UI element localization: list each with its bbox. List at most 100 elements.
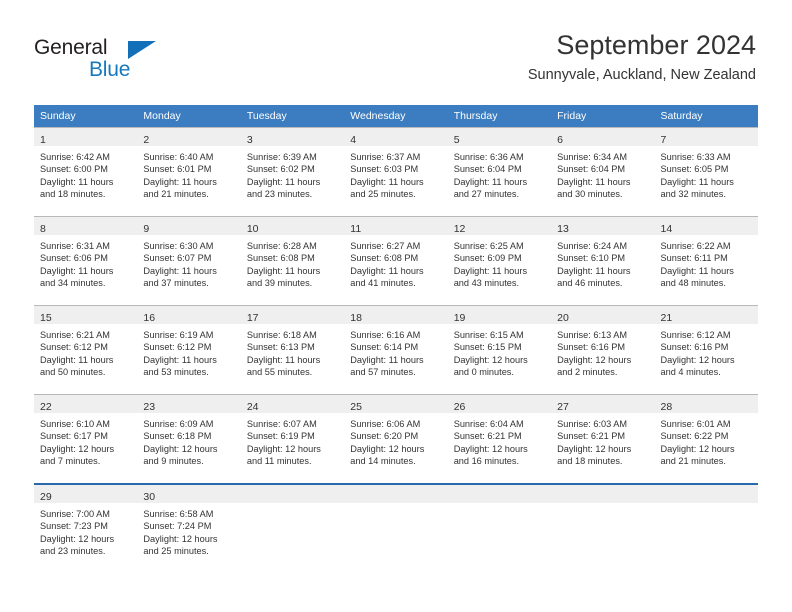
daylight-text-line1: Daylight: 11 hours xyxy=(350,176,424,187)
day-cell-details: Sunrise: 6:33 AM Sunset: 6:05 PM Daylight:… xyxy=(655,146,758,200)
calendar-day-cell[interactable]: 22 Sunrise: 6:10 AM Sunset: 6:17 PM Dayligh… xyxy=(34,394,138,484)
calendar-day-cell[interactable]: 13 Sunrise: 6:24 AM Sunset: 6:10 PM Dayligh… xyxy=(551,216,655,306)
daylight-text-line1: Daylight: 12 hours xyxy=(143,533,218,544)
sunrise-text: Sunrise: 6:15 AM xyxy=(453,330,524,340)
calendar-day-cell[interactable]: 11 Sunrise: 6:27 AM Sunset: 6:08 PM Dayligh… xyxy=(344,216,448,306)
calendar-week-row: 29 Sunrise: 7:00 AM Sunset: 7:23 PM Dayligh… xyxy=(34,483,758,573)
daylight-text-line2: and 16 minutes. xyxy=(453,455,520,466)
sunrise-text: Sunrise: 6:40 AM xyxy=(143,152,214,162)
day-cell-content: 2 Sunrise: 6:40 AM Sunset: 6:01 PM Daylight… xyxy=(137,128,241,216)
sunrise-text: Sunrise: 6:09 AM xyxy=(143,419,214,429)
day-cell-content: 18 Sunrise: 6:16 AM Sunset: 6:14 PM Dayligh… xyxy=(344,306,448,394)
daylight-text-line1: Daylight: 11 hours xyxy=(453,176,528,187)
day-cell-details: Sunrise: 6:30 AM Sunset: 6:07 PM Daylight:… xyxy=(137,235,240,289)
calendar-day-cell[interactable]: 28 Sunrise: 6:01 AM Sunset: 6:22 PM Dayligh… xyxy=(654,394,758,484)
calendar-grid: Sunday Monday Tuesday Wednesday Thursday… xyxy=(34,105,758,573)
sunset-text: Sunset: 6:06 PM xyxy=(40,253,108,264)
calendar-day-cell[interactable]: 8 Sunrise: 6:31 AM Sunset: 6:06 PM Daylight… xyxy=(34,216,138,306)
sunrise-text: Sunrise: 7:00 AM xyxy=(40,509,110,519)
calendar-day-cell[interactable]: 6 Sunrise: 6:34 AM Sunset: 6:04 PM Daylight… xyxy=(551,127,655,217)
day-number-band: 16 xyxy=(137,306,241,324)
day-number-band: 4 xyxy=(344,128,448,146)
day-number: 5 xyxy=(453,134,460,146)
calendar-day-cell[interactable]: 18 Sunrise: 6:16 AM Sunset: 6:14 PM Dayligh… xyxy=(344,305,448,395)
day-cell-details: Sunrise: 6:19 AM Sunset: 6:12 PM Daylight:… xyxy=(137,324,240,378)
calendar-day-cell[interactable]: 24 Sunrise: 6:07 AM Sunset: 6:19 PM Dayligh… xyxy=(240,394,345,484)
calendar-day-cell[interactable]: 30 Sunrise: 6:58 AM Sunset: 7:24 PM Dayligh… xyxy=(137,483,241,573)
sunset-text: Sunset: 6:21 PM xyxy=(557,431,626,442)
general-blue-logo: General Blue xyxy=(34,36,214,86)
daylight-text-line2: and 21 minutes. xyxy=(143,188,209,199)
daylight-text-line1: Daylight: 12 hours xyxy=(350,443,425,454)
calendar-day-cell[interactable]: 25 Sunrise: 6:06 AM Sunset: 6:20 PM Dayligh… xyxy=(344,394,448,484)
day-cell-content: 1 Sunrise: 6:42 AM Sunset: 6:00 PM Daylight… xyxy=(34,128,138,216)
calendar-day-cell[interactable]: 20 Sunrise: 6:13 AM Sunset: 6:16 PM Dayligh… xyxy=(551,305,655,395)
daylight-text-line2: and 46 minutes. xyxy=(557,277,623,288)
daylight-text-line1: Daylight: 11 hours xyxy=(660,265,734,276)
day-number-band: 26 xyxy=(447,395,552,413)
calendar-empty-cell xyxy=(344,483,448,573)
daylight-text-line2: and 18 minutes. xyxy=(557,455,623,466)
day-cell-details xyxy=(241,503,344,508)
sunset-text: Sunset: 6:19 PM xyxy=(246,431,315,442)
daylight-text-line1: Daylight: 12 hours xyxy=(557,354,632,365)
calendar-day-cell[interactable]: 7 Sunrise: 6:33 AM Sunset: 6:05 PM Daylight… xyxy=(654,127,758,217)
calendar-day-cell[interactable]: 5 Sunrise: 6:36 AM Sunset: 6:04 PM Daylight… xyxy=(447,127,552,217)
daylight-text-line2: and 4 minutes. xyxy=(660,366,721,377)
calendar-day-cell[interactable]: 12 Sunrise: 6:25 AM Sunset: 6:09 PM Dayligh… xyxy=(447,216,552,306)
day-number: 27 xyxy=(557,401,569,413)
calendar-day-cell[interactable]: 14 Sunrise: 6:22 AM Sunset: 6:11 PM Dayligh… xyxy=(654,216,758,306)
day-cell-details: Sunrise: 6:42 AM Sunset: 6:00 PM Daylight:… xyxy=(34,146,137,200)
day-number-band xyxy=(240,485,345,503)
calendar-day-cell[interactable]: 17 Sunrise: 6:18 AM Sunset: 6:13 PM Dayligh… xyxy=(240,305,345,395)
calendar-header-row: Sunday Monday Tuesday Wednesday Thursday… xyxy=(34,105,758,128)
day-number-band xyxy=(344,485,448,503)
day-cell-content: 28 Sunrise: 6:01 AM Sunset: 6:22 PM Dayligh… xyxy=(654,395,758,483)
daylight-text-line2: and 43 minutes. xyxy=(453,277,520,288)
calendar-day-cell[interactable]: 3 Sunrise: 6:39 AM Sunset: 6:02 PM Daylight… xyxy=(240,127,345,217)
day-number: 6 xyxy=(557,134,563,146)
daylight-text-line2: and 39 minutes. xyxy=(246,277,313,288)
day-cell-details: Sunrise: 6:03 AM Sunset: 6:21 PM Daylight:… xyxy=(551,413,654,467)
day-cell-content xyxy=(551,485,655,573)
day-number: 19 xyxy=(453,312,466,324)
calendar-day-cell[interactable]: 15 Sunrise: 6:21 AM Sunset: 6:12 PM Dayligh… xyxy=(34,305,138,395)
calendar-day-cell[interactable]: 29 Sunrise: 7:00 AM Sunset: 7:23 PM Dayligh… xyxy=(34,483,138,573)
daylight-text-line2: and 30 minutes. xyxy=(557,188,623,199)
day-cell-content: 23 Sunrise: 6:09 AM Sunset: 6:18 PM Dayligh… xyxy=(137,395,241,483)
calendar-day-cell[interactable]: 9 Sunrise: 6:30 AM Sunset: 6:07 PM Daylight… xyxy=(137,216,241,306)
calendar-day-cell[interactable]: 27 Sunrise: 6:03 AM Sunset: 6:21 PM Dayligh… xyxy=(551,394,655,484)
calendar-week-row: 15 Sunrise: 6:21 AM Sunset: 6:12 PM Dayligh… xyxy=(34,305,758,395)
daylight-text-line2: and 23 minutes. xyxy=(246,188,313,199)
day-number: 17 xyxy=(246,312,259,324)
day-number-band: 14 xyxy=(654,217,758,235)
sunrise-text: Sunrise: 6:04 AM xyxy=(453,419,524,429)
calendar-day-cell[interactable]: 1 Sunrise: 6:42 AM Sunset: 6:00 PM Daylight… xyxy=(34,127,138,217)
day-cell-details: Sunrise: 6:10 AM Sunset: 6:17 PM Daylight:… xyxy=(34,413,137,467)
daylight-text-line1: Daylight: 11 hours xyxy=(246,354,321,365)
day-number-band: 2 xyxy=(137,128,241,146)
calendar-day-cell[interactable]: 21 Sunrise: 6:12 AM Sunset: 6:16 PM Dayligh… xyxy=(654,305,758,395)
calendar-day-cell[interactable]: 10 Sunrise: 6:28 AM Sunset: 6:08 PM Dayligh… xyxy=(240,216,345,306)
calendar-day-cell[interactable]: 19 Sunrise: 6:15 AM Sunset: 6:15 PM Dayligh… xyxy=(447,305,552,395)
sunrise-text: Sunrise: 6:16 AM xyxy=(350,330,421,340)
calendar-day-cell[interactable]: 16 Sunrise: 6:19 AM Sunset: 6:12 PM Dayligh… xyxy=(137,305,241,395)
day-cell-content: 3 Sunrise: 6:39 AM Sunset: 6:02 PM Daylight… xyxy=(240,128,345,216)
daylight-text-line2: and 14 minutes. xyxy=(350,455,416,466)
daylight-text-line1: Daylight: 11 hours xyxy=(143,176,217,187)
calendar-day-cell[interactable]: 23 Sunrise: 6:09 AM Sunset: 6:18 PM Dayligh… xyxy=(137,394,241,484)
day-number: 28 xyxy=(660,401,673,413)
calendar-day-cell[interactable]: 2 Sunrise: 6:40 AM Sunset: 6:01 PM Daylight… xyxy=(137,127,241,217)
day-cell-details: Sunrise: 6:40 AM Sunset: 6:01 PM Daylight:… xyxy=(137,146,240,200)
daylight-text-line2: and 37 minutes. xyxy=(143,277,209,288)
calendar-day-cell[interactable]: 4 Sunrise: 6:37 AM Sunset: 6:03 PM Daylight… xyxy=(344,127,448,217)
sunset-text: Sunset: 6:10 PM xyxy=(557,253,626,264)
calendar-day-cell[interactable]: 26 Sunrise: 6:04 AM Sunset: 6:21 PM Dayligh… xyxy=(447,394,552,484)
day-number-band: 5 xyxy=(447,128,552,146)
weekday-header-sunday: Sunday xyxy=(34,105,138,128)
daylight-text-line2: and 41 minutes. xyxy=(350,277,416,288)
day-cell-details: Sunrise: 7:00 AM Sunset: 7:23 PM Daylight:… xyxy=(34,503,137,557)
day-number: 18 xyxy=(350,312,362,324)
weekday-header-friday: Friday xyxy=(551,105,655,128)
day-number-band: 13 xyxy=(551,217,655,235)
